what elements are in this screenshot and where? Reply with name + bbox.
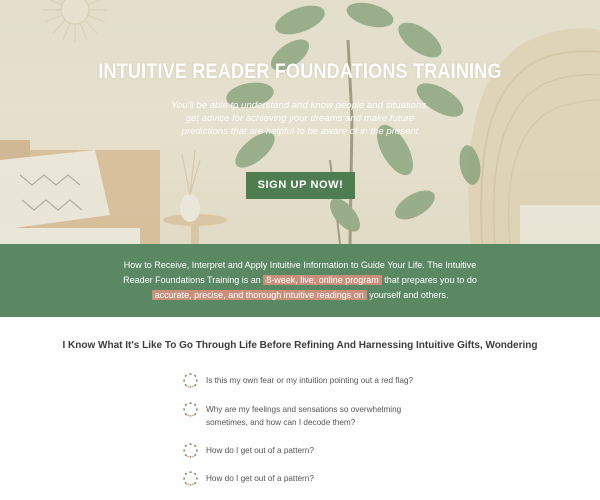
leaf-wreath-icon [183,402,198,417]
question-text: Why are my feelings and sensations so ov… [206,405,402,427]
intro-text-part-3: yourself and others. [366,290,449,300]
leaf-wreath-icon [183,471,198,486]
intro-text: How to Receive, Interpret and Apply Intu… [112,258,488,303]
hero-subtitle: You'll be able to understand and know pe… [171,100,429,137]
intro-highlight-program: 8-week, live, online program [263,275,382,285]
question-text: How do I get out of a pattern? [206,446,314,455]
list-item: How do I get out of a pattern? [182,470,442,487]
hero-banner: INTUITIVE READER FOUNDATIONS TRAINING Yo… [0,0,600,244]
list-item: Why are my feelings and sensations so ov… [182,401,442,429]
questions-heading: I Know What It's Like To Go Through Life… [62,340,538,351]
sign-up-button[interactable]: SIGN UP NOW! [246,172,355,199]
intro-text-part-2: that prepares you to do [381,275,477,285]
intro-highlight-readings: accurate, precise, and thorough intuitiv… [151,290,367,300]
question-text: How do I get out of a pattern? [206,474,314,483]
list-item: Is this my own fear or my intuition poin… [182,372,442,389]
question-text: Is this my own fear or my intuition poin… [206,376,414,385]
hero-title: INTUITIVE READER FOUNDATIONS TRAINING [98,60,502,83]
list-item: How do I get out of a pattern? [182,442,442,459]
leaf-wreath-icon [183,443,198,458]
leaf-wreath-icon [183,373,198,388]
